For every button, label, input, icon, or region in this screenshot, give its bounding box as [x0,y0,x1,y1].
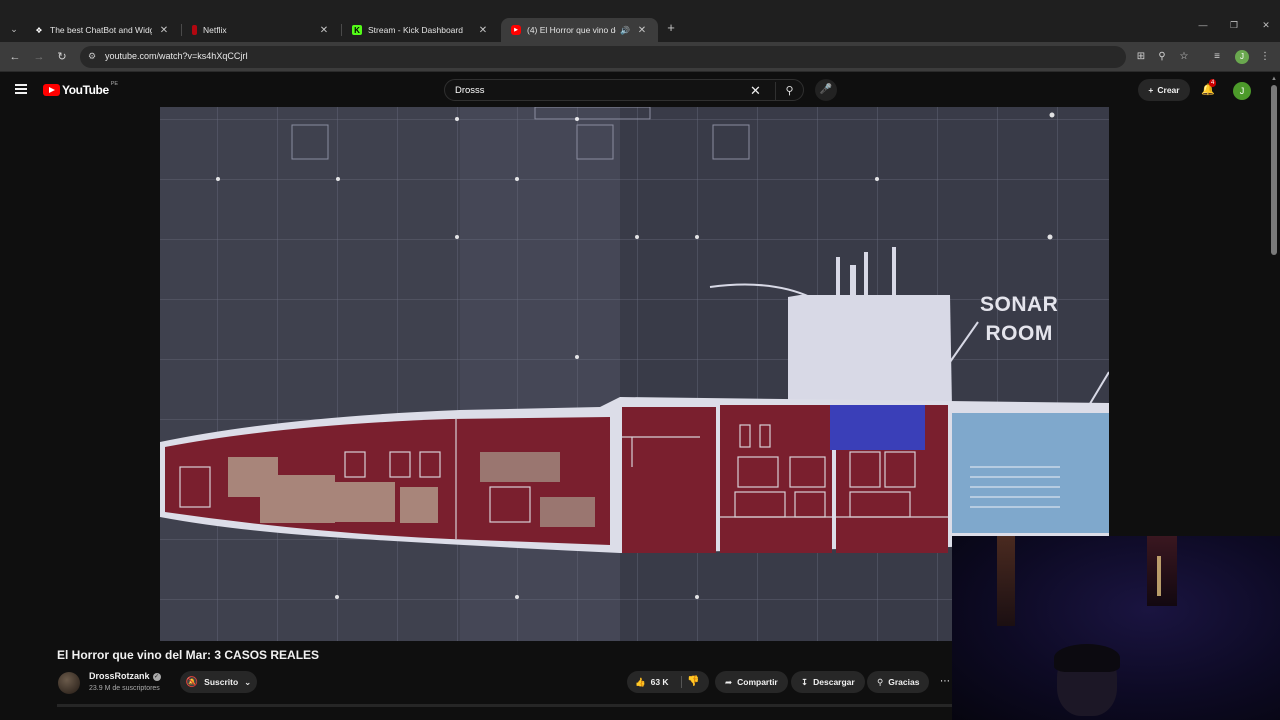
sonar-room-label: SONAR ROOM [980,290,1058,348]
speaker-icon[interactable]: 🔊 [620,26,630,35]
bookmark-star-icon[interactable]: ☆ [1177,50,1191,64]
download-label: Descargar [813,677,855,687]
site-settings-icon[interactable]: ⚙ [86,51,98,63]
subscriber-count: 23.9 M de suscriptores [89,685,160,692]
tab-close-icon[interactable]: ✕ [318,25,330,36]
subscribed-label: Suscrito [204,677,239,687]
channel-name-text: DrossRotzank [89,671,150,681]
country-code: PE [110,81,119,87]
window-close-icon[interactable]: ✕ [1256,20,1276,31]
tab-chatbot[interactable]: ❖ The best ChatBot and Widgets ✕ [24,18,180,42]
kick-icon: K [352,25,362,35]
tab-youtube-active[interactable]: ▶ (4) El Horror que vino del M 🔊 ✕ [501,18,658,42]
sonar-label-line1: SONAR [980,293,1059,316]
share-arrow-icon: ➦ [725,676,733,687]
thanks-label: Gracias [888,677,920,687]
search-input[interactable]: Drosss [455,85,485,96]
webcam-lamp [1157,556,1161,596]
youtube-logo-text: YouTube [62,83,109,97]
plus-icon: + [1148,85,1154,95]
webcam-overlay [952,536,1280,720]
chatbot-icon: ❖ [35,25,43,35]
forward-arrow-icon[interactable]: → [32,50,46,64]
video-title: El Horror que vino del Mar: 3 CASOS REAL… [57,648,320,662]
verified-check-icon: ✓ [152,672,161,681]
url-text: youtube.com/watch?v=ks4hXqCCjrI [105,51,248,61]
channel-avatar[interactable] [58,672,80,694]
like-dislike-group: 👍 63 K 👎 [627,671,709,693]
tab-title: (4) El Horror que vino del M [527,25,616,35]
dislike-button[interactable]: 👎 [687,671,699,693]
like-button[interactable]: 👍 63 K [635,671,669,693]
search-icon[interactable]: ⚲ [775,82,803,100]
tab-netflix[interactable]: . Netflix ✕ [182,18,340,42]
tab-title: The best ChatBot and Widgets [50,25,152,35]
new-tab-plus-icon[interactable]: + [664,20,678,38]
netflix-icon: . [192,25,197,35]
media-control-icon[interactable]: ≡ [1210,50,1224,64]
zoom-icon[interactable]: ⚲ [1155,50,1169,64]
more-actions-icon[interactable]: ⋯ [936,671,954,693]
tab-kick[interactable]: K Stream - Kick Dashboard ✕ [342,18,499,42]
webcam-person-hair [1054,644,1120,672]
thanks-icon: ⚲ [877,676,884,687]
subscribed-button[interactable]: 🔕 Suscrito ⌄ [180,671,257,693]
address-bar[interactable]: ⚙ youtube.com/watch?v=ks4hXqCCjrI [80,46,1126,68]
like-count: 63 K [650,677,669,687]
create-button[interactable]: + Crear [1138,79,1190,101]
download-icon: ↧ [801,676,809,687]
minimize-icon[interactable]: — [1193,20,1213,30]
voice-search-mic-icon[interactable]: 🎤 [815,79,837,101]
sonar-label-line2: ROOM [985,322,1053,345]
description-box-edge [57,704,952,707]
thumbs-up-icon: 👍 [635,676,646,687]
youtube-header: YouTube PE Drosss ✕ ⚲ 🎤 + Crear 🔔 4 J [0,73,1280,107]
browser-menu-kebab-icon[interactable]: ⋮ [1258,50,1272,64]
tab-search-chevron-icon[interactable]: ⌄ [6,21,22,37]
like-divider [681,676,682,688]
install-app-icon[interactable]: ⊞ [1134,50,1148,64]
thanks-button[interactable]: ⚲ Gracias [867,671,930,693]
back-arrow-icon[interactable]: ← [8,50,22,64]
page-scrollbar[interactable] [1271,85,1277,255]
search-box[interactable]: Drosss ✕ ⚲ [444,79,804,101]
bell-off-icon: 🔕 [185,676,199,688]
tab-title: Netflix [203,25,227,35]
notification-badge: 4 [1209,79,1217,87]
tab-close-icon[interactable]: ✕ [158,25,170,36]
tab-close-icon[interactable]: ✕ [636,25,648,36]
chevron-down-icon: ⌄ [244,676,252,687]
share-button[interactable]: ➦ Compartir [715,671,788,693]
channel-name[interactable]: DrossRotzank ✓ [89,671,161,681]
notifications-bell-icon[interactable]: 🔔 4 [1200,79,1217,97]
create-label: Crear [1157,85,1180,95]
browser-toolbar: ← → ↻ ⚙ youtube.com/watch?v=ks4hXqCCjrI … [0,42,1280,72]
youtube-play-logo-icon [43,84,60,96]
webcam-curtain [1147,536,1177,606]
scroll-up-arrow-icon[interactable]: ▲ [1271,76,1277,82]
reload-icon[interactable]: ↻ [55,50,69,64]
browser-tab-strip: ⌄ ❖ The best ChatBot and Widgets ✕ . Net… [0,0,1280,42]
share-label: Compartir [737,677,778,687]
tab-close-icon[interactable]: ✕ [477,25,489,36]
tab-title: Stream - Kick Dashboard [368,25,463,35]
hamburger-menu-icon[interactable] [15,84,27,94]
download-button[interactable]: ↧ Descargar [791,671,865,693]
webcam-curtain [997,536,1015,626]
account-avatar[interactable]: J [1233,82,1251,100]
thumbs-down-icon: 👎 [687,676,700,687]
clear-search-icon[interactable]: ✕ [750,83,761,99]
youtube-logo[interactable]: YouTube PE [43,81,119,97]
youtube-icon: ▶ [511,25,521,35]
restore-icon[interactable]: ❐ [1224,20,1244,31]
browser-profile-avatar[interactable]: J [1235,50,1249,64]
